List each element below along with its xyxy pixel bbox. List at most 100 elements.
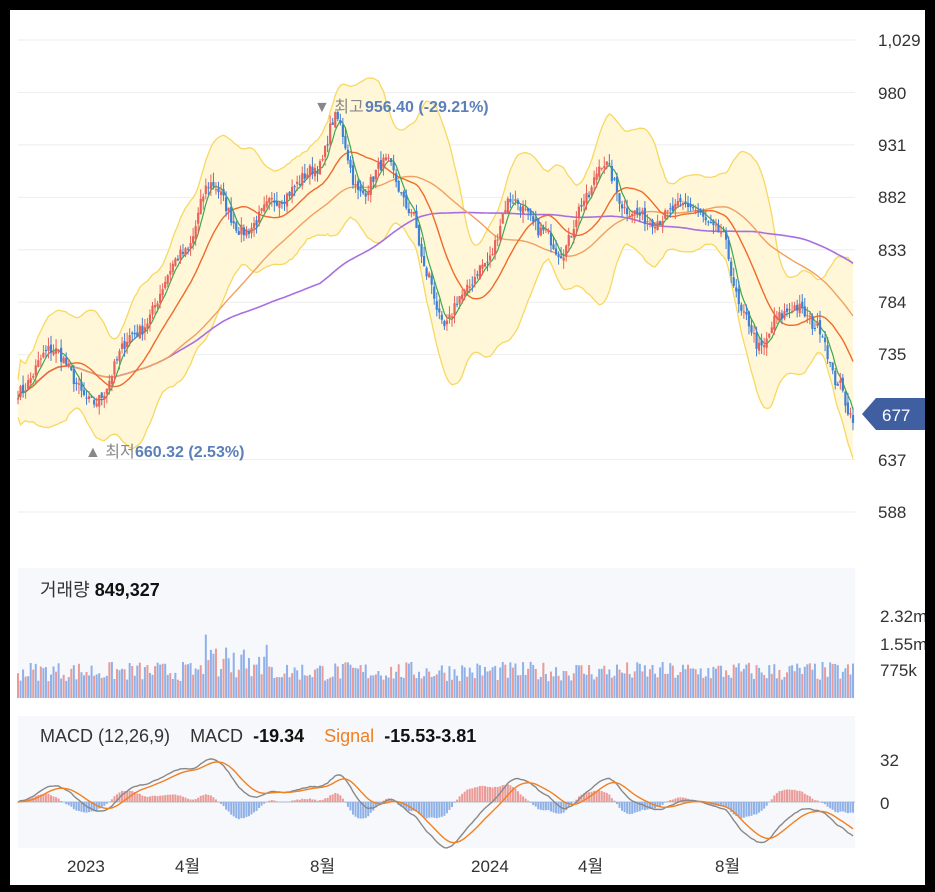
macd-histogram-bar [75,802,78,811]
volume-bar [834,663,837,698]
candle [85,397,88,399]
volume-bar [283,673,286,698]
volume-bar [793,671,796,698]
candle [590,187,593,195]
macd-histogram-bar [524,798,527,802]
volume-bar [808,663,811,698]
candle [506,198,509,214]
candle [567,234,570,246]
candle [712,220,715,226]
price-tick: 637 [878,451,906,470]
macd-histogram-bar [227,802,230,812]
macd-histogram-bar [57,798,60,802]
candle [453,303,456,316]
macd-histogram-bar [435,802,438,819]
macd-histogram-bar [618,802,621,808]
volume-bar [648,669,651,698]
volume-bar [727,675,730,698]
candle [450,316,454,318]
volume-bar [709,678,712,698]
volume-bar [303,675,306,698]
bollinger-bands [17,77,854,459]
volume-bar [811,669,814,698]
macd-histogram-bar [443,802,446,816]
volume-bar [489,670,492,698]
macd-histogram-bar [478,786,481,802]
candle [192,236,195,244]
macd-histogram-bar [537,802,540,810]
volume-bar [778,669,781,698]
candle [560,256,563,259]
volume-bar [486,671,489,698]
volume-bar [466,676,469,698]
candle [603,166,606,169]
volume-bar [557,675,560,698]
macd-histogram-bar [105,802,108,804]
volume-bar [555,667,558,698]
macd-histogram-bar [423,802,426,818]
candle [834,370,837,386]
macd-histogram-bar [98,802,101,809]
candle [57,350,60,352]
volume-bar [760,672,763,698]
candle [671,205,674,212]
macd-histogram-bar [103,802,106,806]
macd-histogram-bar [456,799,459,802]
volume-bar [339,678,342,698]
macd-histogram-bar [819,801,822,803]
macd-histogram-bar [671,799,674,802]
candle [554,248,558,255]
volume-bar [324,680,327,698]
macd-histogram-bar [237,802,240,820]
volume-bar [509,662,512,698]
candle [108,380,111,391]
volume-bar [753,679,756,698]
volume-bar [32,669,35,698]
chart-canvas[interactable]: 1,029 980 931 882 833 784 735 637 588 2.… [10,10,925,885]
candle [653,227,657,229]
macd-histogram-bar [773,795,776,802]
volume-bar [331,676,334,698]
candle [265,201,268,207]
candle [156,303,159,307]
candle [339,120,342,124]
macd-histogram-bar [55,797,58,802]
macd-histogram-bar [811,798,814,802]
candle [227,207,230,212]
volume-bar [268,666,271,698]
macd-histogram-bar [448,802,451,810]
candle [836,383,839,386]
candle [785,308,789,312]
candle [346,149,350,161]
macd-histogram-bar [65,802,68,805]
x-tick: 4월 [578,857,603,876]
candle [656,221,659,231]
candle [354,183,357,186]
volume-bar [433,676,436,698]
macd-histogram-bar [359,802,362,819]
volume-bar [354,667,357,698]
candle [260,208,263,211]
volume-bar [610,677,613,698]
volume-bar [567,675,570,698]
macd-histogram-bar [725,802,728,807]
macd-histogram-bar [146,796,149,802]
candle [80,381,83,391]
volume-bar [334,663,337,698]
price-tick: 784 [878,293,906,312]
volume-bar [565,671,568,698]
x-tick: 2024 [471,857,509,876]
candle [735,287,738,292]
candle [760,340,763,346]
volume-bar [316,668,319,698]
volume-bar [220,669,223,698]
volume-bar [745,664,748,698]
candle [77,383,81,385]
candle [846,402,850,415]
macd-histogram-bar [141,795,144,802]
low-marker: ▲ 최저 [85,443,135,461]
candle [225,197,228,212]
macd-histogram-bar [623,802,626,813]
volume-bar [491,667,494,698]
candle [816,322,819,327]
